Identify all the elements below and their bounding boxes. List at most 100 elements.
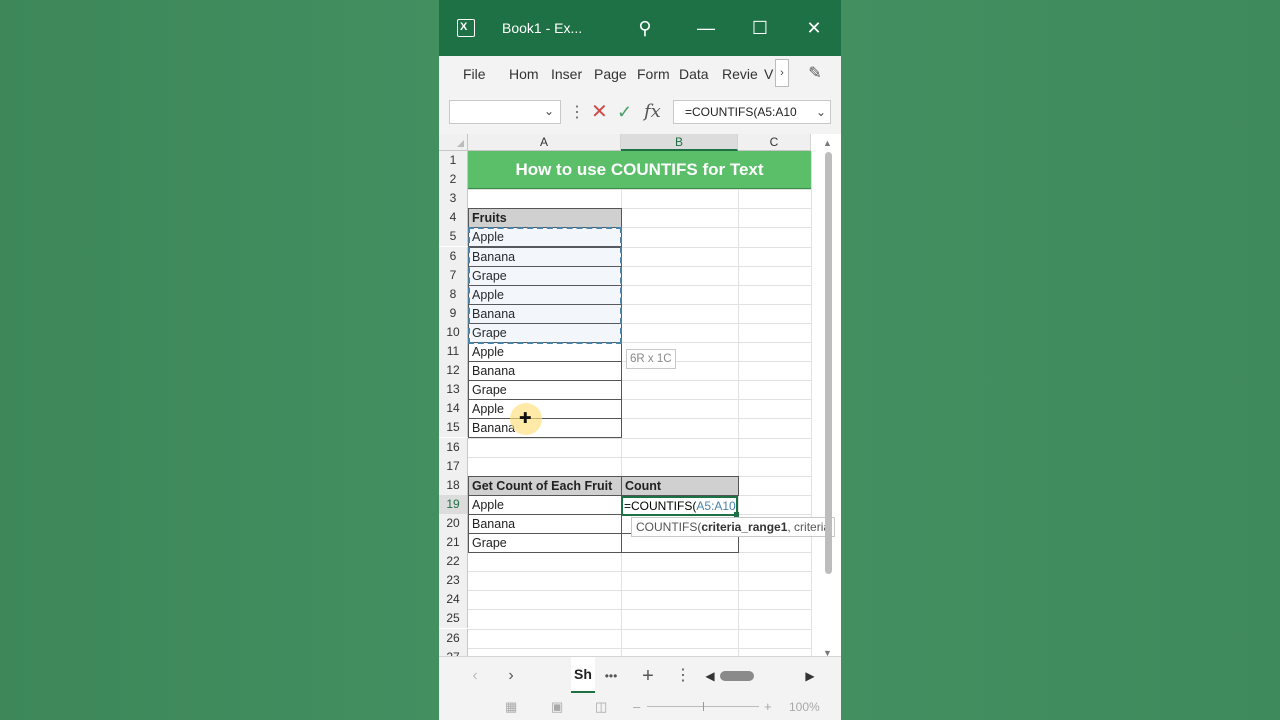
row-header-7[interactable]: 7 xyxy=(439,265,468,285)
normal-view-icon[interactable]: ▦ xyxy=(505,694,517,720)
column-header-c[interactable]: C xyxy=(738,134,811,151)
fruit-cell[interactable]: Apple xyxy=(468,399,622,420)
zoom-slider-thumb[interactable] xyxy=(703,702,704,711)
row-header-6[interactable]: 6 xyxy=(439,246,468,266)
zoom-out-icon[interactable]: – xyxy=(633,694,640,720)
minimize-icon[interactable]: — xyxy=(686,0,726,56)
tab-insert[interactable]: Inser xyxy=(551,56,582,92)
row-header-14[interactable]: 14 xyxy=(439,399,468,419)
insert-function-icon[interactable]: fx xyxy=(644,100,661,124)
tab-formulas[interactable]: Form xyxy=(637,56,670,92)
ribbon-tabs: File Hom Inser Page Form Data Revie V › … xyxy=(439,56,841,92)
row-header-17[interactable]: 17 xyxy=(439,456,468,476)
function-argument-hint[interactable]: COUNTIFS(criteria_range1, criteria xyxy=(631,517,836,537)
row-header-22[interactable]: 22 xyxy=(439,552,468,572)
summary-fruit-cell[interactable]: Apple xyxy=(468,494,622,515)
select-all-corner[interactable] xyxy=(439,134,468,151)
row-header-23[interactable]: 23 xyxy=(439,571,468,591)
sheet-menu-icon[interactable]: ⋮ xyxy=(675,657,691,695)
zoom-in-icon[interactable]: + xyxy=(764,694,772,720)
row-header-9[interactable]: 9 xyxy=(439,303,468,323)
ribbon-more-button[interactable]: › xyxy=(775,59,789,87)
summary-fruit-cell[interactable]: Banana xyxy=(468,513,622,534)
horizontal-scroll-thumb[interactable] xyxy=(720,671,754,681)
fruit-cell[interactable]: Apple xyxy=(468,227,622,248)
fruit-cell[interactable]: Grape xyxy=(468,380,622,401)
fruit-cell[interactable]: Grape xyxy=(468,322,622,343)
tab-review[interactable]: Revie xyxy=(722,56,758,92)
enter-check-icon[interactable]: ✓ xyxy=(617,100,632,124)
column-header-a[interactable]: A xyxy=(468,134,621,151)
fruit-cell[interactable]: Grape xyxy=(468,265,622,286)
tab-data[interactable]: Data xyxy=(679,56,709,92)
row-header-1[interactable]: 1 xyxy=(439,151,468,171)
chevron-down-icon[interactable]: ⌄ xyxy=(544,104,554,118)
hint-current-argument: criteria_range1 xyxy=(701,520,788,534)
comments-icon[interactable]: ✎ xyxy=(805,64,825,84)
row-header-12[interactable]: 12 xyxy=(439,361,468,381)
scroll-up-icon[interactable]: ▲ xyxy=(823,138,832,148)
scroll-right-icon[interactable]: ▶ xyxy=(803,657,817,695)
expand-formula-icon[interactable]: ⌄ xyxy=(816,101,826,123)
row-header-10[interactable]: 10 xyxy=(439,322,468,342)
row-header-2[interactable]: 2 xyxy=(439,170,468,190)
row-header-21[interactable]: 21 xyxy=(439,533,468,553)
tab-home[interactable]: Hom xyxy=(509,56,539,92)
add-sheet-icon[interactable]: + xyxy=(638,657,658,695)
gridline-horizontal xyxy=(468,609,811,611)
vertical-scroll-thumb[interactable] xyxy=(825,152,832,574)
search-icon[interactable]: ⚲ xyxy=(625,0,665,56)
row-header-27[interactable]: 27 xyxy=(439,647,468,656)
scroll-left-icon[interactable]: ◀ xyxy=(703,657,717,695)
row-header-13[interactable]: 13 xyxy=(439,380,468,400)
summary-header-fruit[interactable]: Get Count of Each Fruit xyxy=(468,475,622,496)
fruit-cell[interactable]: Apple xyxy=(468,284,622,305)
prev-sheet-icon[interactable]: ‹ xyxy=(467,657,483,695)
gridline-horizontal xyxy=(468,571,811,573)
row-header-16[interactable]: 16 xyxy=(439,437,468,457)
row-header-4[interactable]: 4 xyxy=(439,208,468,228)
tab-file[interactable]: File xyxy=(463,56,486,92)
column-header-b[interactable]: B xyxy=(621,134,738,151)
row-header-18[interactable]: 18 xyxy=(439,475,468,495)
summary-fruit-cell[interactable]: Grape xyxy=(468,533,622,554)
row-header-3[interactable]: 3 xyxy=(439,189,468,209)
row-header-11[interactable]: 11 xyxy=(439,342,468,362)
formula-input[interactable]: =COUNTIFS(A5:A10 ⌄ xyxy=(673,100,831,124)
vertical-scrollbar[interactable]: ▲ ▼ xyxy=(823,138,835,656)
fruit-cell[interactable]: Apple xyxy=(468,342,622,363)
scroll-down-icon[interactable]: ▼ xyxy=(823,648,832,656)
sheet-title-banner[interactable]: How to use COUNTIFS for Text xyxy=(468,151,811,189)
sheet-tab-active[interactable]: Sh xyxy=(571,657,595,693)
fruits-header-cell[interactable]: Fruits xyxy=(468,208,622,229)
row-header-8[interactable]: 8 xyxy=(439,284,468,304)
cancel-icon[interactable]: ✕ xyxy=(591,100,608,124)
title-bar: Book1 - Ex... ⚲ — ☐ ✕ xyxy=(439,0,841,56)
row-header-15[interactable]: 15 xyxy=(439,418,468,438)
row-header-25[interactable]: 25 xyxy=(439,609,468,629)
row-header-20[interactable]: 20 xyxy=(439,513,468,533)
row-header-26[interactable]: 26 xyxy=(439,628,468,648)
page-break-view-icon[interactable]: ◫ xyxy=(595,694,607,720)
maximize-icon[interactable]: ☐ xyxy=(740,0,780,56)
row-header-5[interactable]: 5 xyxy=(439,227,468,247)
zoom-level[interactable]: 100% xyxy=(789,694,820,720)
next-sheet-icon[interactable]: › xyxy=(503,657,519,695)
more-sheets-icon[interactable]: ••• xyxy=(599,657,623,695)
row-header-19[interactable]: 19 xyxy=(439,494,468,514)
fruit-cell[interactable]: Banana xyxy=(468,303,622,324)
name-box[interactable]: ⌄ xyxy=(449,100,561,124)
gridline-horizontal xyxy=(468,189,811,191)
close-icon[interactable]: ✕ xyxy=(794,0,834,56)
fruit-cell[interactable]: Banana xyxy=(468,246,622,267)
page-layout-view-icon[interactable]: ▣ xyxy=(551,694,563,720)
fruit-cell[interactable]: Banana xyxy=(468,418,622,439)
summary-header-count[interactable]: Count xyxy=(621,475,739,496)
row-header-24[interactable]: 24 xyxy=(439,590,468,610)
tab-view[interactable]: V xyxy=(764,56,773,92)
more-options-icon[interactable]: ⋮ xyxy=(569,102,585,122)
tab-page-layout[interactable]: Page xyxy=(594,56,627,92)
fruit-cell[interactable]: Banana xyxy=(468,361,622,382)
editing-cell-b19[interactable]: =COUNTIFS(A5:A10 xyxy=(621,496,738,516)
worksheet-grid[interactable]: A B C 1 2 3 4 5 6 7 8 9 10 11 12 13 14 15 16 17 18 19 20 21 2… xyxy=(439,134,841,656)
